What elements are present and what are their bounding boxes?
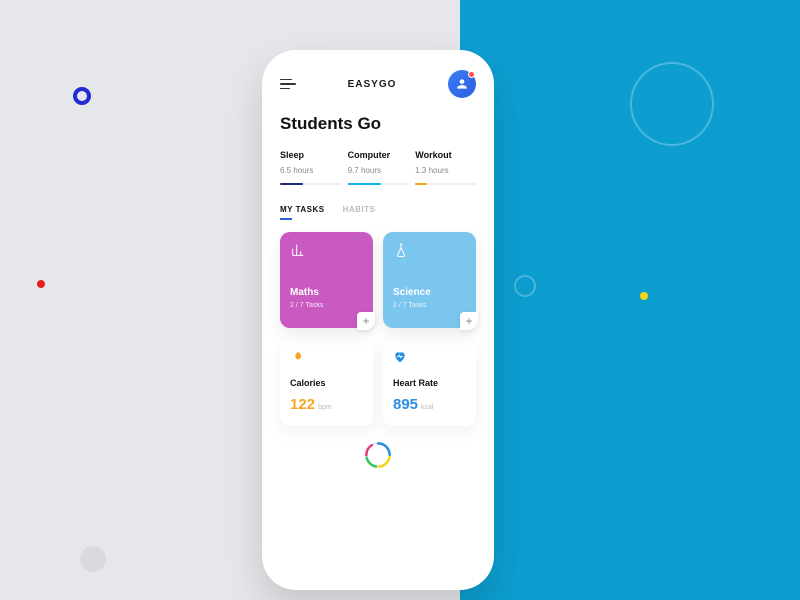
progress-bar [415,183,476,185]
progress-ring-icon [363,440,393,470]
metric-sleep: Sleep 6.5 hours [280,150,341,185]
task-card-science[interactable]: Science 2 / 7 Tasks + [383,232,476,328]
task-title: Maths [290,287,363,298]
fire-icon [290,350,304,364]
menu-icon[interactable] [280,79,296,90]
metric-label: Workout [415,150,476,160]
stat-card-heart-rate[interactable]: Heart Rate 895 kcal [383,340,476,426]
deco-circle-icon [80,546,106,572]
task-sub: 2 / 7 Tasks [393,302,466,309]
heart-icon [393,350,407,364]
metric-label: Computer [348,150,409,160]
tab-bar: MY TASKS HABITS [280,205,476,218]
stat-cards: Calories 122 bpm Heart Rate 895 kcal [280,340,476,426]
metric-workout: Workout 1.3 hours [415,150,476,185]
task-title: Science [393,287,466,298]
user-icon [455,77,469,91]
chart-icon [290,242,306,258]
tab-habits[interactable]: HABITS [343,205,376,218]
deco-ring-icon [630,62,714,146]
add-task-button[interactable]: + [460,312,478,330]
task-card-maths[interactable]: Maths 2 / 7 Tasks + [280,232,373,328]
task-cards: Maths 2 / 7 Tasks + Science 2 / 7 Tasks … [280,232,476,328]
background-right [460,0,800,600]
metric-label: Sleep [280,150,341,160]
metric-value: 9.7 hours [348,166,409,175]
stat-value: 895 kcal [393,396,466,413]
top-bar: EASYGO [280,70,476,98]
metric-value: 1.3 hours [415,166,476,175]
metric-value: 6.5 hours [280,166,341,175]
deco-ring-icon [514,275,536,297]
avatar-button[interactable] [448,70,476,98]
tab-my-tasks[interactable]: MY TASKS [280,205,325,218]
add-task-button[interactable]: + [357,312,375,330]
stat-unit: bpm [318,404,332,411]
deco-dot-icon [37,280,45,288]
stat-number: 895 [393,396,418,413]
stat-unit: kcal [421,404,433,411]
stat-value: 122 bpm [290,396,363,413]
deco-ring-icon [73,87,91,105]
stat-title: Calories [290,378,363,388]
app-name: EASYGO [348,79,397,90]
task-sub: 2 / 7 Tasks [290,302,363,309]
metric-computer: Computer 9.7 hours [348,150,409,185]
phone-frame: EASYGO Students Go Sleep 6.5 hours Compu… [262,50,494,590]
flask-icon [393,242,409,258]
metrics-row: Sleep 6.5 hours Computer 9.7 hours Worko… [280,150,476,185]
stat-number: 122 [290,396,315,413]
page-title: Students Go [280,114,476,134]
stat-title: Heart Rate [393,378,466,388]
progress-bar [348,183,409,185]
stat-card-calories[interactable]: Calories 122 bpm [280,340,373,426]
deco-dot-icon [640,292,648,300]
progress-bar [280,183,341,185]
